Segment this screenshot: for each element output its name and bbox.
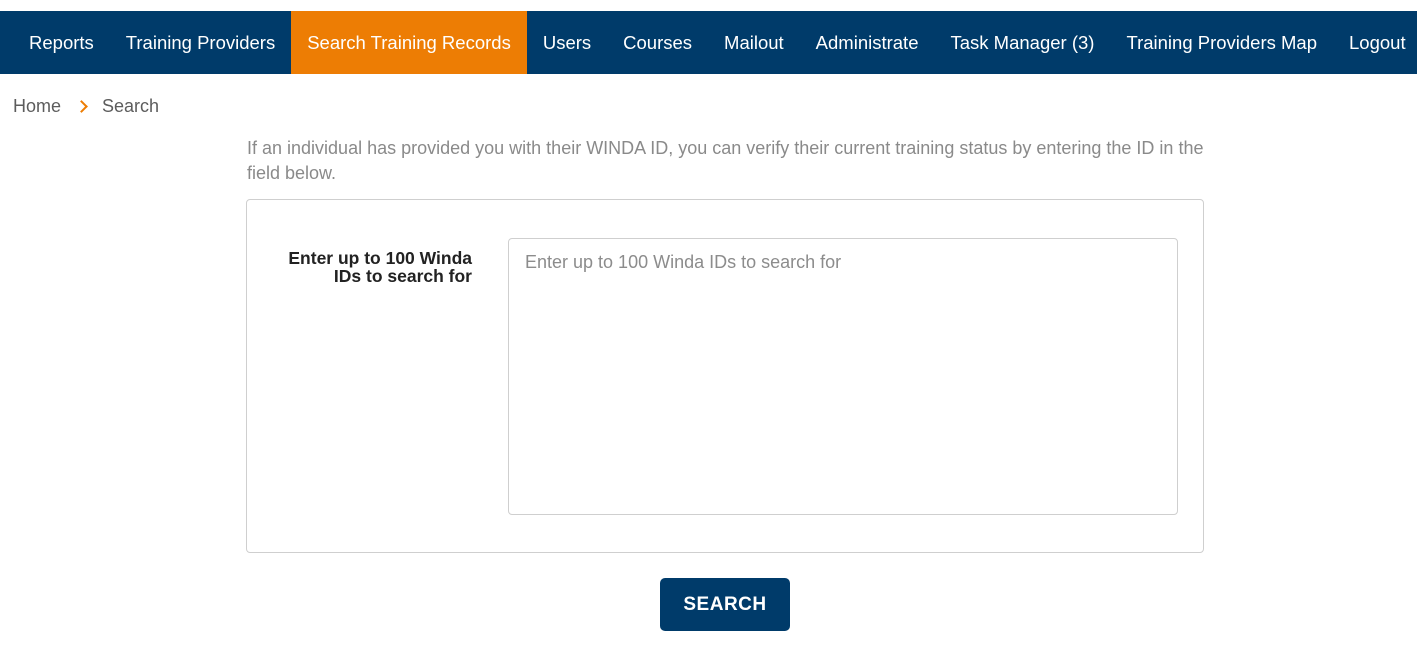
nav-item-administrate[interactable]: Administrate — [800, 11, 935, 74]
winda-ids-textarea[interactable] — [508, 238, 1178, 515]
nav-item-training-providers[interactable]: Training Providers — [110, 11, 291, 74]
intro-text: If an individual has provided you with t… — [247, 138, 1204, 183]
nav-item-search-training-records[interactable]: Search Training Records — [291, 11, 527, 74]
breadcrumb: Home Search — [0, 92, 1417, 120]
search-form-panel: Enter up to 100 Winda IDs to search for — [246, 199, 1204, 553]
nav-item-training-providers-map[interactable]: Training Providers Map — [1110, 11, 1333, 74]
nav-item-reports[interactable]: Reports — [13, 11, 110, 74]
nav-item-mailout[interactable]: Mailout — [708, 11, 800, 74]
main-navbar: Reports Training Providers Search Traini… — [0, 11, 1417, 74]
breadcrumb-home-link[interactable]: Home — [13, 96, 61, 117]
search-button[interactable]: SEARCH — [660, 578, 790, 631]
nav-item-courses[interactable]: Courses — [607, 11, 708, 74]
nav-item-task-manager[interactable]: Task Manager (3) — [935, 11, 1111, 74]
nav-item-users[interactable]: Users — [527, 11, 607, 74]
nav-item-logout[interactable]: Logout — [1333, 11, 1417, 74]
top-strip — [0, 0, 1417, 11]
chevron-right-icon — [75, 99, 88, 113]
breadcrumb-current: Search — [102, 95, 160, 116]
winda-ids-label: Enter up to 100 Winda IDs to search for — [288, 248, 472, 286]
